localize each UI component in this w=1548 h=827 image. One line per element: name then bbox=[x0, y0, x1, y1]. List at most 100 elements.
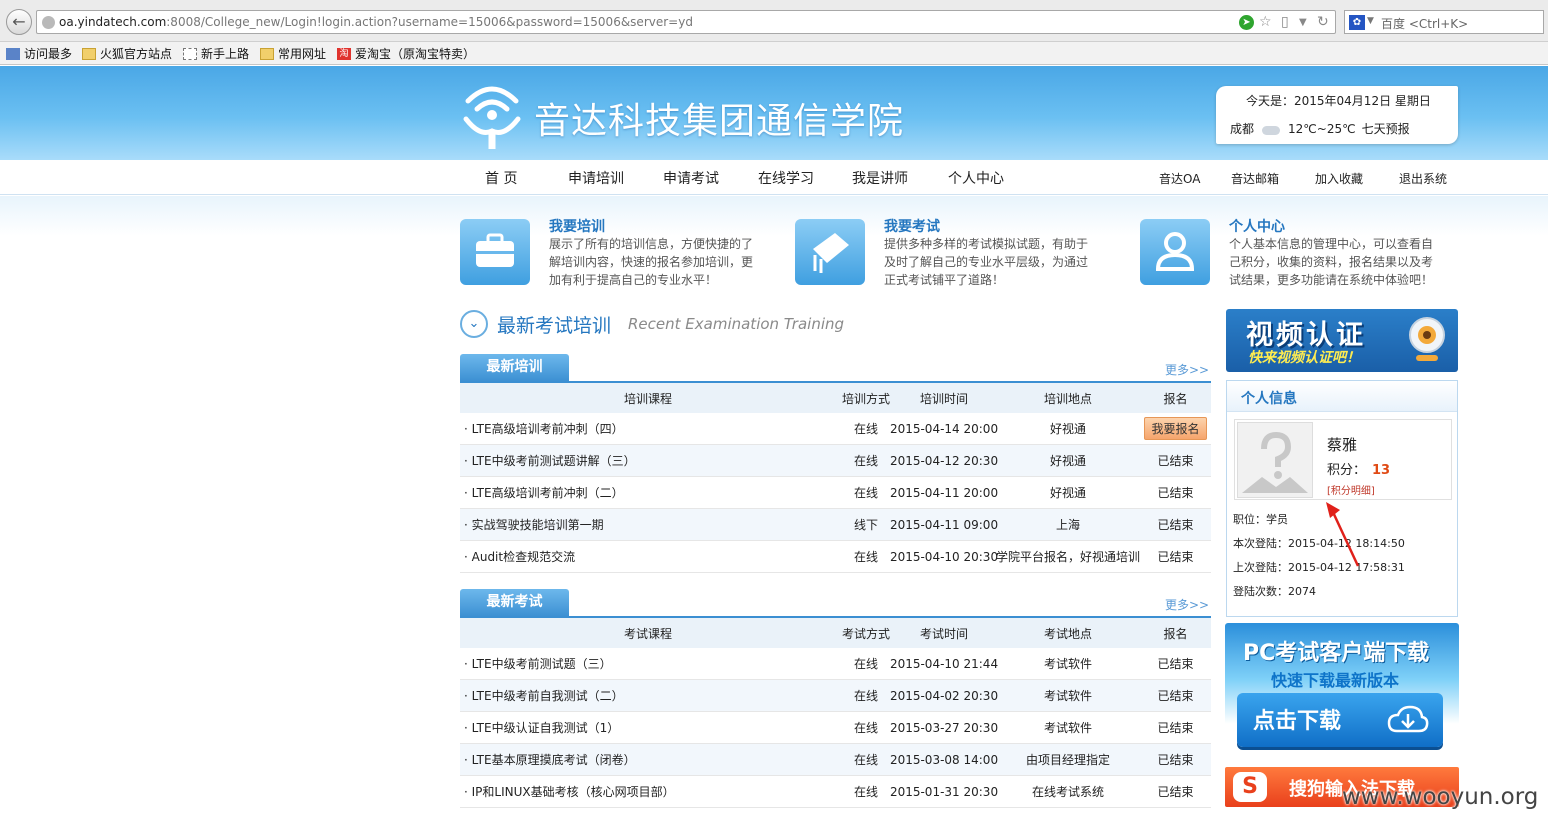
url-text[interactable]: oa.yindatech.com:8008/College_new/Login!… bbox=[59, 15, 693, 29]
tab-latest-training[interactable]: 最新培训 bbox=[460, 354, 569, 382]
course-link[interactable]: · LTE中级考前测试题（三） bbox=[464, 648, 612, 679]
signup-button[interactable]: 我要报名 bbox=[1144, 417, 1207, 440]
tab-latest-exam[interactable]: 最新考试 bbox=[460, 589, 569, 617]
site-title: 音达科技集团通信学院 bbox=[534, 101, 905, 142]
nav-logout[interactable]: 退出系统 bbox=[1399, 170, 1447, 187]
logo-icon bbox=[463, 86, 521, 149]
table-row: · LTE高级培训考前冲刺（二） 在线 2015-04-11 20:00 好视通 已结束 bbox=[460, 477, 1211, 509]
mobile-icon[interactable]: ▯ bbox=[1281, 14, 1289, 30]
nav-add-favorite[interactable]: 加入收藏 bbox=[1315, 170, 1363, 187]
row-place: 由项目经理指定 bbox=[1025, 753, 1110, 767]
dropdown-icon[interactable]: ▼ bbox=[1299, 17, 1307, 28]
download-label: 点击下载 bbox=[1253, 709, 1342, 734]
url-bar[interactable]: oa.yindatech.com:8008/College_new/Login!… bbox=[36, 10, 1336, 34]
row-time: 2015-01-31 20:30 bbox=[889, 784, 999, 799]
search-box[interactable]: ✿ ▼ 百度 <Ctrl+K> bbox=[1344, 10, 1544, 34]
reload-icon[interactable]: ↻ bbox=[1317, 14, 1329, 30]
course-link[interactable]: · IP和LINUX基础考核（核心网项目部） bbox=[464, 776, 675, 807]
bookmark-label: 访问最多 bbox=[24, 47, 73, 61]
folder-icon bbox=[82, 47, 96, 60]
avatar[interactable] bbox=[1237, 422, 1313, 498]
exam-paper-icon[interactable] bbox=[795, 219, 865, 285]
row-place: 学院平台报名，好视通培训 bbox=[996, 550, 1141, 564]
briefcase-icon[interactable] bbox=[460, 219, 530, 285]
video-auth-banner[interactable]: 视频认证 快来视频认证吧！ bbox=[1226, 309, 1458, 372]
col-signup: 报名 bbox=[1163, 626, 1188, 641]
table-row: · LTE中级考前测试题（三） 在线 2015-04-10 21:44 考试软件 已结束 bbox=[460, 648, 1211, 680]
feature-training-title[interactable]: 我要培训 bbox=[549, 216, 605, 236]
course-link[interactable]: · LTE高级培训考前冲刺（四） bbox=[464, 413, 624, 444]
watermark: www.wooyun.org bbox=[1342, 784, 1539, 810]
table-row: · LTE高级培训考前冲刺（四） 在线 2015-04-14 20:00 好视通 我要报… bbox=[460, 413, 1211, 445]
feature-exam-desc: 提供多种多样的考试模拟试题，有助于及时了解自己的专业水平层级，为通过正式考试铺平… bbox=[884, 237, 1089, 287]
bookmark-firefox[interactable]: 火狐官方站点 bbox=[82, 45, 172, 62]
download-button[interactable]: 点击下载 bbox=[1237, 693, 1443, 747]
placeholder-avatar-icon bbox=[1242, 431, 1308, 493]
section-title: 最新考试培训 bbox=[497, 315, 612, 337]
exam-more-link[interactable]: 更多>> bbox=[1165, 596, 1209, 613]
folder-icon bbox=[260, 47, 274, 60]
go-icon[interactable]: ➤ bbox=[1239, 15, 1254, 30]
course-link[interactable]: · LTE高级培训考前冲刺（二） bbox=[464, 477, 624, 508]
course-link[interactable]: · Audit检查规范交流 bbox=[464, 541, 575, 572]
course-link[interactable]: · LTE中级考前自我测试（二） bbox=[464, 680, 624, 711]
page-icon bbox=[183, 47, 197, 60]
nav-apply-training[interactable]: 申请培训 bbox=[568, 168, 624, 188]
row-time: 2015-04-14 20:00 bbox=[889, 421, 999, 436]
user-card: 蔡雅 积分： 13 [积分明细] bbox=[1234, 419, 1452, 500]
training-more-link[interactable]: 更多>> bbox=[1165, 361, 1209, 378]
table-row: · 实战驾驶技能培训第一期 线下 2015-04-11 09:00 上海 已结束 bbox=[460, 509, 1211, 541]
row-time: 2015-04-12 20:30 bbox=[889, 453, 999, 468]
bookmark-label: 火狐官方站点 bbox=[100, 47, 173, 61]
row-place: 好视通 bbox=[1049, 486, 1086, 500]
nav-lecturer[interactable]: 我是讲师 bbox=[852, 168, 908, 188]
back-button[interactable]: ← bbox=[6, 9, 32, 35]
row-place: 好视通 bbox=[1049, 454, 1086, 468]
last-login-time: 上次登陆：2015-04-12 17:58:31 bbox=[1233, 561, 1405, 574]
col-time: 考试时间 bbox=[919, 626, 968, 641]
course-link[interactable]: · LTE基本原理摸底考试（闭卷） bbox=[464, 744, 636, 775]
nav-oa[interactable]: 音达OA bbox=[1159, 170, 1200, 187]
video-auth-subtitle: 快来视频认证吧！ bbox=[1248, 350, 1360, 366]
course-link[interactable]: · LTE中级考前测试题讲解（三） bbox=[464, 445, 636, 476]
row-place: 考试软件 bbox=[1043, 657, 1092, 671]
bookmark-common-sites[interactable]: 常用网址 bbox=[260, 45, 326, 62]
search-placeholder: 百度 <Ctrl+K> bbox=[1381, 17, 1469, 31]
nav-personal-center[interactable]: 个人中心 bbox=[948, 168, 1004, 188]
score-value: 13 bbox=[1372, 463, 1391, 478]
bookmark-aitaobao[interactable]: 淘爱淘宝（原淘宝特卖） bbox=[337, 45, 475, 62]
partly-cloudy-icon bbox=[1260, 121, 1282, 136]
training-table-header: 培训课程 培训方式 培训时间 培训地点 报名 bbox=[460, 383, 1211, 413]
col-place: 考试地点 bbox=[1043, 626, 1092, 641]
bookmarks-bar: 访问最多 火狐官方站点 新手上路 常用网址 淘爱淘宝（原淘宝特卖） bbox=[0, 42, 1548, 65]
row-time: 2015-04-10 21:44 bbox=[889, 656, 999, 671]
nav-mailbox[interactable]: 音达邮箱 bbox=[1231, 170, 1279, 187]
annotation-arrow-icon bbox=[1326, 502, 1360, 567]
table-row: · LTE中级认证自我测试（1） 在线 2015-03-27 20:30 考试软件 已结… bbox=[460, 712, 1211, 744]
pc-client-download-banner[interactable]: PC考试客户端下载 快速下载最新版本 点击下载 bbox=[1225, 623, 1459, 763]
row-signup-status: 已结束 bbox=[1157, 550, 1194, 564]
feature-exam-title[interactable]: 我要考试 bbox=[884, 216, 940, 236]
engine-dropdown-icon[interactable]: ▼ bbox=[1367, 16, 1374, 26]
weather-city: 成都 bbox=[1230, 122, 1255, 136]
nav-home[interactable]: 首 页 bbox=[485, 168, 517, 188]
bookmark-most-visited[interactable]: 访问最多 bbox=[6, 45, 72, 62]
course-link[interactable]: · 实战驾驶技能培训第一期 bbox=[464, 509, 604, 540]
bookmark-getting-started[interactable]: 新手上路 bbox=[183, 45, 249, 62]
star-icon[interactable]: ☆ bbox=[1259, 14, 1272, 30]
feature-personal-title[interactable]: 个人中心 bbox=[1229, 216, 1285, 236]
col-signup: 报名 bbox=[1163, 391, 1188, 406]
user-name: 蔡雅 bbox=[1327, 436, 1358, 454]
pc-client-title: PC考试客户端下载 bbox=[1243, 641, 1430, 666]
nav-apply-exam[interactable]: 申请考试 bbox=[663, 168, 719, 188]
user-position: 职位：学员 bbox=[1233, 513, 1288, 526]
row-signup-status: 已结束 bbox=[1157, 657, 1194, 671]
forecast-link[interactable]: 七天预报 bbox=[1362, 120, 1410, 137]
table-row: · LTE中级考前测试题讲解（三） 在线 2015-04-12 20:30 好视通 已结… bbox=[460, 445, 1211, 477]
user-icon[interactable] bbox=[1140, 219, 1210, 285]
score-detail-link[interactable]: [积分明细] bbox=[1327, 482, 1375, 497]
course-link[interactable]: · LTE中级认证自我测试（1） bbox=[464, 712, 619, 743]
most-visited-icon bbox=[6, 47, 20, 60]
nav-online-learning[interactable]: 在线学习 bbox=[758, 168, 814, 188]
chevron-down-icon: ⌄ bbox=[460, 310, 488, 338]
